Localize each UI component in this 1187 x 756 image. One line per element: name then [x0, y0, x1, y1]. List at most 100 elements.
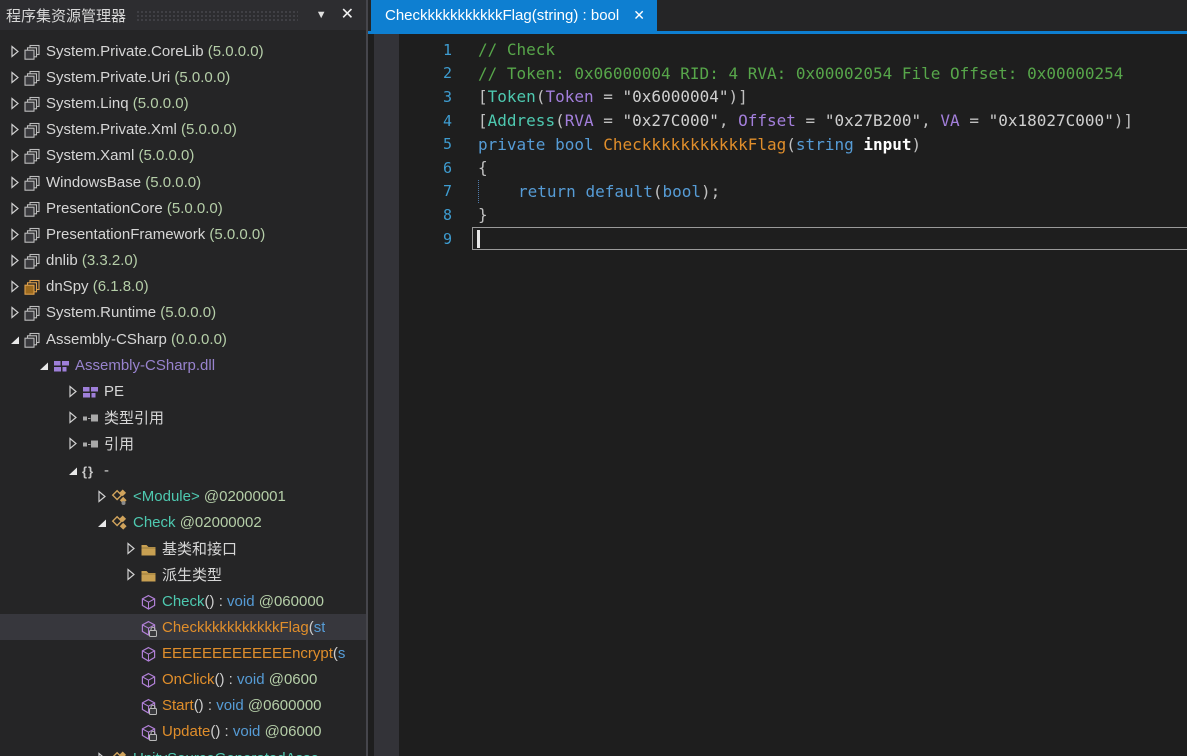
assembly-icon [24, 305, 46, 322]
expander-collapsed-icon[interactable] [5, 304, 24, 321]
tree-item[interactable]: Check() : void @060000 [0, 588, 366, 614]
tree-item[interactable]: PresentationFramework (5.0.0.0) [0, 221, 366, 247]
expander-expanded-icon[interactable] [34, 357, 53, 374]
tree-item[interactable]: Start() : void @0600000 [0, 693, 366, 719]
expander-collapsed-icon[interactable] [5, 95, 24, 112]
expander-collapsed-icon[interactable] [121, 566, 140, 583]
line-number: 4 [442, 111, 452, 130]
expander-expanded-icon[interactable] [5, 331, 24, 348]
tree-item[interactable]: dnlib (3.3.2.0) [0, 248, 366, 274]
code-editor[interactable]: 1 // Check 2 // Token: 0x06000004 RID: 4 RV… [368, 34, 1187, 756]
tree-item-label: Start() : void @0600000 [162, 697, 322, 715]
expander-collapsed-icon[interactable] [63, 383, 82, 400]
line-number: 5 [442, 135, 452, 154]
text-caret [477, 229, 480, 248]
tree-item-label: System.Private.CoreLib (5.0.0.0) [46, 42, 264, 60]
tree-item[interactable]: EEEEEEEEEEEEEncrypt(s [0, 640, 366, 666]
expander-collapsed-icon[interactable] [63, 435, 82, 452]
assembly-explorer-panel: 程序集资源管理器 ▼ ✕ System.Private.CoreLib (5.0… [0, 0, 366, 756]
tab-close-icon[interactable]: ✕ [633, 7, 645, 24]
tree-item-label: System.Linq (5.0.0.0) [46, 94, 189, 112]
class-internal-icon [111, 751, 133, 756]
code-line: 8} [368, 203, 1187, 227]
reference-icon [82, 436, 104, 453]
tree-item[interactable]: Assembly-CSharp (0.0.0.0) [0, 326, 366, 352]
code-line: 9 [368, 226, 1187, 251]
assembly-icon [24, 253, 46, 270]
expander-collapsed-icon[interactable] [5, 278, 24, 295]
module-icon [82, 384, 104, 401]
method-private-icon [140, 698, 162, 716]
tree-item-label: Check @02000002 [133, 513, 262, 531]
tree-item[interactable]: 类型引用 [0, 405, 366, 431]
tree-item-label: 类型引用 [104, 410, 165, 428]
assembly-icon [24, 227, 46, 244]
tree-item[interactable]: Check @02000002 [0, 509, 366, 535]
method-private-icon [140, 620, 162, 637]
tree-item[interactable]: System.Private.Uri (5.0.0.0) [0, 64, 366, 90]
code-text: [Address(RVA = "0x27C000", Offset = "0x2… [478, 111, 1134, 131]
tree-item[interactable]: Assembly-CSharp.dll [0, 352, 366, 378]
code-text: } [478, 205, 488, 225]
tree-item[interactable]: System.Runtime (5.0.0.0) [0, 300, 366, 326]
tree-item[interactable]: {} - [0, 457, 366, 483]
document-area: CheckkkkkkkkkkkFlag(string) : bool ✕ 1 //… [368, 0, 1187, 756]
expander-collapsed-icon[interactable] [5, 43, 24, 60]
tree-item[interactable]: CheckkkkkkkkkkkFlag(st [0, 614, 366, 641]
tree-item[interactable]: UnitySourceGeneratedAsse [0, 745, 366, 756]
tree-item[interactable]: WindowsBase (5.0.0.0) [0, 169, 366, 195]
expander-collapsed-icon[interactable] [5, 121, 24, 138]
expander-collapsed-icon[interactable] [63, 409, 82, 426]
code-line: 6{ [368, 156, 1187, 180]
expander-collapsed-icon[interactable] [5, 252, 24, 269]
tree-item[interactable]: dnSpy (6.1.8.0) [0, 274, 366, 300]
tree-item[interactable]: 引用 [0, 431, 366, 457]
tree-item[interactable]: OnClick() : void @0600 [0, 667, 366, 693]
tree-item[interactable]: System.Xaml (5.0.0.0) [0, 143, 366, 169]
tree-item[interactable]: System.Private.Xml (5.0.0.0) [0, 117, 366, 143]
expander-collapsed-icon[interactable] [92, 750, 111, 756]
line-number: 3 [442, 87, 452, 106]
tree-item[interactable]: System.Private.CoreLib (5.0.0.0) [0, 38, 366, 64]
expander-expanded-icon[interactable] [63, 462, 82, 479]
expander-collapsed-icon[interactable] [5, 226, 24, 243]
panel-close-icon[interactable]: ✕ [335, 4, 360, 26]
tree-item-label: <Module> @02000001 [133, 487, 286, 505]
code-text: return default(bool); [518, 181, 721, 201]
line-number: 6 [442, 158, 452, 177]
tree-item-label: System.Xaml (5.0.0.0) [46, 147, 195, 165]
expander-collapsed-icon[interactable] [92, 488, 111, 505]
drag-grip[interactable] [136, 9, 298, 21]
assembly-icon [24, 70, 46, 87]
tree-item[interactable]: Update() : void @06000 [0, 719, 366, 745]
tree-item-label: dnSpy (6.1.8.0) [46, 278, 149, 296]
tree-item[interactable]: <Module> @02000001 [0, 483, 366, 509]
expander-collapsed-icon[interactable] [5, 147, 24, 164]
tree-item-label: EEEEEEEEEEEEEncrypt(s [162, 644, 346, 662]
code-text: // Token: 0x06000004 RID: 4 RVA: 0x00002… [478, 63, 1124, 83]
tree-item-label: 引用 [104, 436, 135, 454]
tab-checkflag[interactable]: CheckkkkkkkkkkkFlag(string) : bool ✕ [371, 0, 657, 31]
tree-item[interactable]: 基类和接口 [0, 536, 366, 562]
method-icon [140, 646, 162, 663]
chevron-down-icon[interactable]: ▼ [308, 7, 335, 23]
tree-item[interactable]: System.Linq (5.0.0.0) [0, 90, 366, 116]
expander-collapsed-icon[interactable] [5, 200, 24, 217]
expander-collapsed-icon[interactable] [121, 540, 140, 557]
tree-item-label: OnClick() : void @0600 [162, 671, 318, 689]
line-number: 2 [442, 64, 452, 83]
line-number: 9 [442, 229, 452, 248]
tree-item-label: - [104, 461, 109, 479]
code-line: 5 private bool CheckkkkkkkkkkkFlag(string… [368, 132, 1187, 156]
folder-icon [140, 541, 162, 558]
folder-icon [140, 567, 162, 584]
code-line: 2 // Token: 0x06000004 RID: 4 RVA: 0x0000… [368, 62, 1187, 86]
tree-item[interactable]: 派生类型 [0, 562, 366, 588]
expander-collapsed-icon[interactable] [5, 69, 24, 86]
expander-collapsed-icon[interactable] [5, 174, 24, 191]
module-icon [53, 358, 75, 375]
expander-expanded-icon[interactable] [92, 514, 111, 531]
method-icon [140, 594, 162, 611]
tree-item[interactable]: PresentationCore (5.0.0.0) [0, 195, 366, 221]
tree-item[interactable]: PE [0, 378, 366, 404]
